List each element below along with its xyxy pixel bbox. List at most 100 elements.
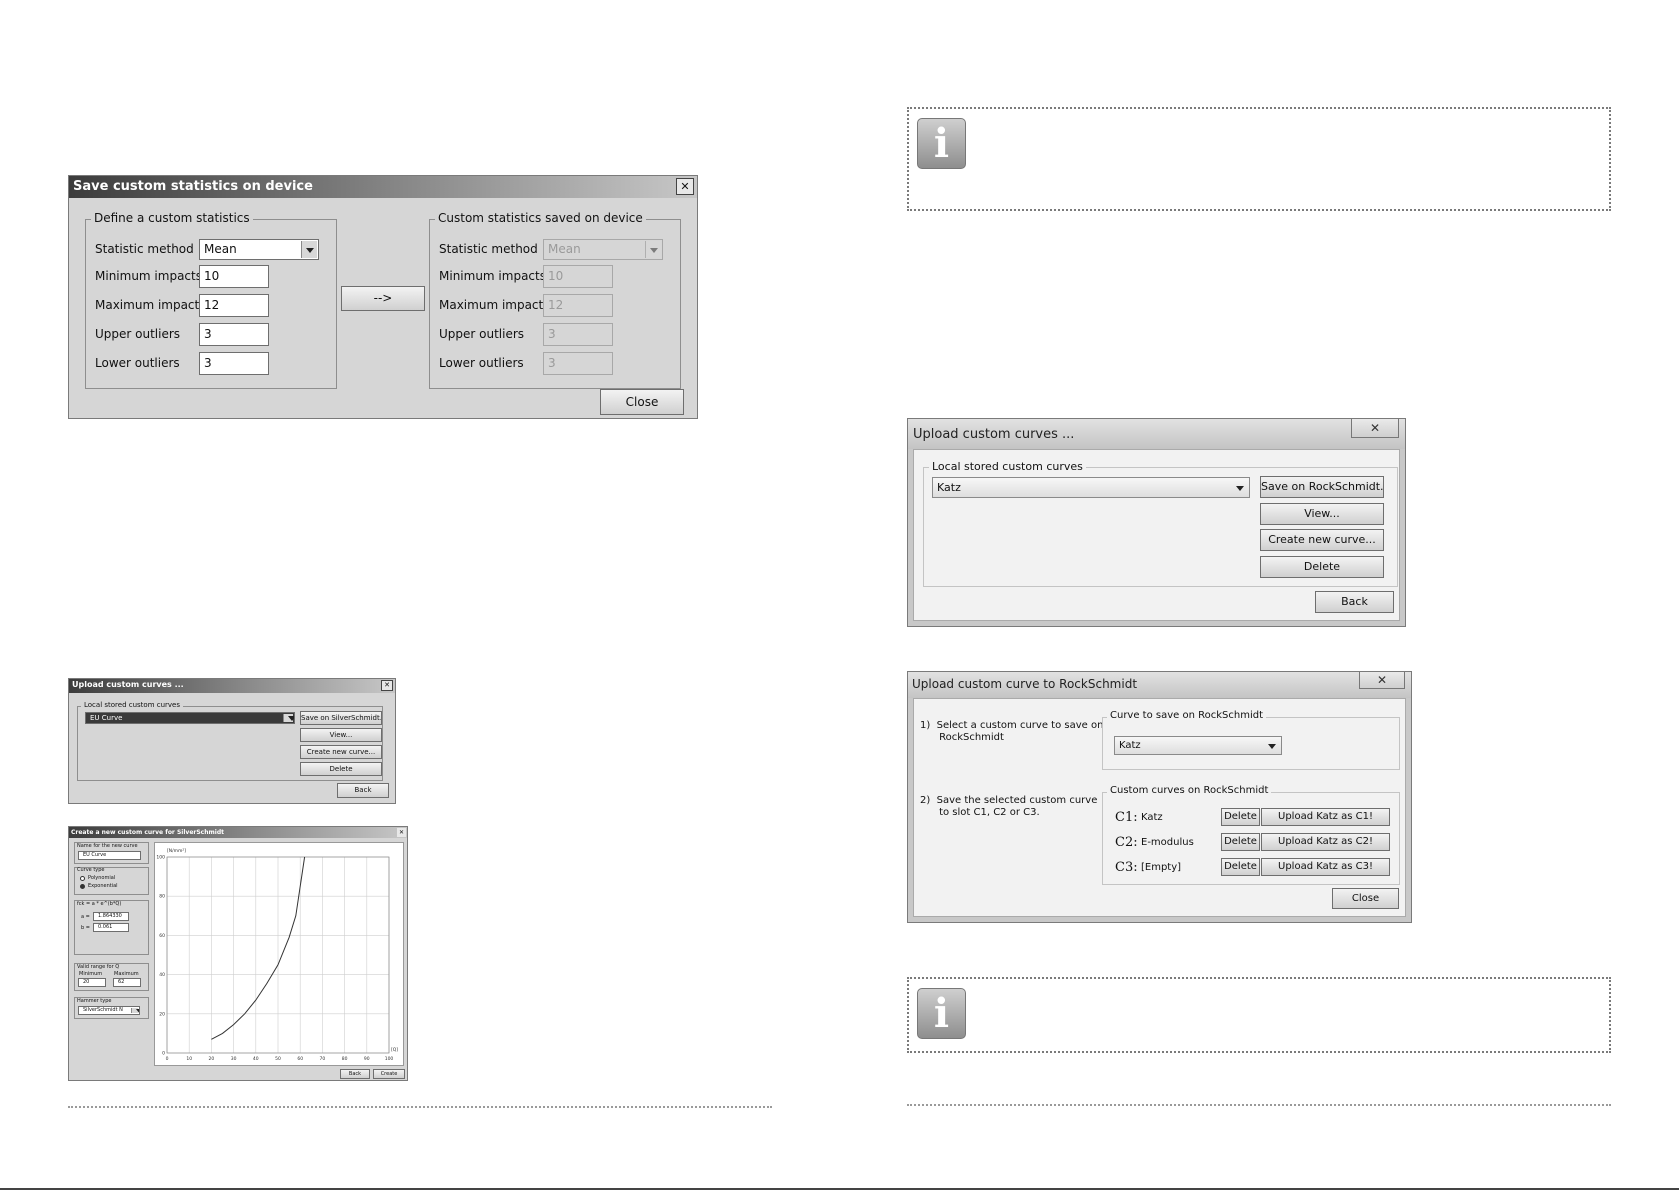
chevron-down-icon[interactable] (1232, 479, 1248, 496)
save-statistics-dialog: Save custom statistics on device ✕ Defin… (68, 175, 698, 419)
curve-select[interactable]: EU Curve (85, 712, 295, 724)
curve-name-input[interactable]: EU Curve (78, 851, 141, 860)
slot-c1-id: C1: (1115, 810, 1138, 825)
x-tick-label: 100 (385, 1056, 394, 1062)
upload-to-rockschmidt-dialog: Upload custom curve to RockSchmidt ✕ 1) … (907, 671, 1412, 923)
curve-to-save-select[interactable]: Katz (1114, 736, 1282, 755)
back-button[interactable]: Back (337, 783, 389, 798)
statistic-method-select[interactable]: Mean (199, 239, 319, 260)
maximum-label: Maximum (114, 971, 139, 977)
slot-c1-delete-button[interactable]: Delete (1221, 808, 1260, 826)
group-legend: Local stored custom curves (929, 460, 1086, 473)
x-tick-label: 20 (209, 1056, 215, 1062)
footer-divider-left (68, 1106, 772, 1108)
chevron-down-icon[interactable] (283, 714, 294, 722)
delete-button[interactable]: Delete (1260, 556, 1384, 578)
chevron-down-icon[interactable] (301, 241, 317, 258)
dialog-titlebar: Upload custom curve to RockSchmidt ✕ (908, 672, 1411, 698)
b-label: b = (81, 925, 90, 931)
transfer-button[interactable]: --> (341, 286, 425, 311)
dialog-title: Upload custom curve to RockSchmidt (912, 677, 1138, 691)
y-tick-label: 60 (159, 933, 165, 939)
x-tick-label: 80 (342, 1056, 348, 1062)
x-axis-label: [Q] (391, 1047, 398, 1053)
select-value: Katz (1119, 740, 1141, 751)
saved-maximum-impacts: 12 (543, 294, 613, 317)
x-tick-label: 30 (231, 1056, 237, 1062)
chevron-down-icon (645, 241, 661, 258)
close-icon[interactable]: ✕ (397, 828, 406, 837)
x-tick-label: 60 (297, 1056, 303, 1062)
back-button[interactable]: Back (1315, 591, 1394, 613)
info-note-box: i (907, 977, 1611, 1053)
exponential-radio[interactable] (80, 884, 85, 889)
view-button[interactable]: View... (300, 728, 382, 742)
dialog-titlebar: Create a new custom curve for SilverSchm… (69, 827, 407, 838)
y-tick-label: 20 (159, 1011, 165, 1017)
upper-outliers-input[interactable]: 3 (199, 323, 269, 346)
a-input[interactable]: 1.864330 (93, 912, 129, 921)
x-tick-label: 40 (253, 1056, 259, 1062)
label-statistic-method: Statistic method (95, 242, 194, 256)
minimum-label: Minimum (79, 971, 103, 977)
exponential-label: Exponential (88, 883, 118, 889)
label-maximum-impacts: Maximum impacts (439, 298, 550, 312)
close-icon[interactable]: ✕ (381, 680, 393, 691)
close-button[interactable]: Close (1332, 888, 1399, 909)
upload-curves-dialog: Upload custom curves ... ✕ Local stored … (907, 418, 1406, 627)
create-new-curve-button[interactable]: Create new curve... (300, 745, 382, 759)
group-legend: Custom statistics saved on device (435, 211, 646, 225)
chevron-down-icon[interactable] (1264, 738, 1280, 753)
x-tick-label: 10 (186, 1056, 192, 1062)
save-on-device-button[interactable]: Save on SilverSchmidt... (300, 711, 382, 725)
saved-upper-outliers: 3 (543, 323, 613, 346)
slot-c2-id: C2: (1115, 835, 1138, 850)
footer-divider-right (907, 1104, 1611, 1106)
select-value: Mean (204, 242, 237, 256)
slot-c2-delete-button[interactable]: Delete (1221, 833, 1260, 851)
polynomial-radio[interactable] (80, 876, 85, 881)
create-new-curve-button[interactable]: Create new curve... (1260, 529, 1384, 551)
range-min-input[interactable]: 20 (78, 978, 106, 987)
curve-chart: 0 10 20 30 40 50 60 70 80 90 100 0 20 40 60 80 100 [N/mm²… (154, 842, 404, 1066)
range-max-input[interactable]: 62 (113, 978, 141, 987)
dialog-title: Upload custom curves ... (72, 680, 184, 689)
minimum-impacts-input[interactable]: 10 (199, 265, 269, 288)
maximum-impacts-input[interactable]: 12 (199, 294, 269, 317)
save-on-device-button[interactable]: Save on RockSchmidt... (1260, 476, 1384, 498)
close-icon[interactable]: ✕ (676, 178, 694, 195)
curve-select[interactable]: Katz (932, 477, 1250, 498)
y-tick-label: 40 (159, 972, 165, 978)
lower-outliers-input[interactable]: 3 (199, 352, 269, 375)
create-button[interactable]: Create (373, 1069, 405, 1079)
view-button[interactable]: View... (1260, 503, 1384, 525)
group-legend: Define a custom statistics (91, 211, 253, 225)
upload-curves-dialog-small: Upload custom curves ... ✕ Local stored … (68, 678, 396, 804)
chevron-down-icon[interactable] (131, 1008, 139, 1014)
curve-chart-svg: 0 10 20 30 40 50 60 70 80 90 100020406080100[N/mm²… (156, 848, 398, 1062)
select-value: Katz (937, 481, 961, 494)
label-lower-outliers: Lower outliers (95, 356, 180, 370)
slot-c2-upload-button[interactable]: Upload Katz as C2! (1261, 833, 1390, 851)
a-label: a = (81, 914, 90, 920)
step-2-text: 2) Save the selected custom curve to slo… (920, 795, 1098, 818)
dialog-titlebar: Save custom statistics on device ✕ (69, 176, 697, 198)
dialog-title: Create a new custom curve for SilverSchm… (71, 829, 224, 836)
saved-statistic-method-select: Mean (543, 239, 663, 260)
delete-button[interactable]: Delete (300, 762, 382, 776)
close-icon[interactable]: ✕ (1351, 419, 1399, 438)
back-button[interactable]: Back (340, 1069, 370, 1079)
x-tick-label: 90 (364, 1056, 370, 1062)
dialog-titlebar: Upload custom curves ... ✕ (69, 679, 395, 693)
close-button[interactable]: Close (600, 389, 684, 415)
close-icon[interactable]: ✕ (1359, 672, 1405, 689)
slot-c3-upload-button[interactable]: Upload Katz as C3! (1261, 858, 1390, 876)
info-note-box: i (907, 107, 1611, 211)
b-input[interactable]: 0.061 (93, 923, 129, 932)
group-legend: Custom curves on RockSchmidt (1107, 785, 1272, 796)
slot-c3-name: [Empty] (1141, 862, 1182, 873)
hammer-type-select[interactable]: SilverSchmidt N (78, 1006, 140, 1015)
x-tick-label: 50 (275, 1056, 281, 1062)
slot-c1-upload-button[interactable]: Upload Katz as C1! (1261, 808, 1390, 826)
slot-c3-delete-button[interactable]: Delete (1221, 858, 1260, 876)
